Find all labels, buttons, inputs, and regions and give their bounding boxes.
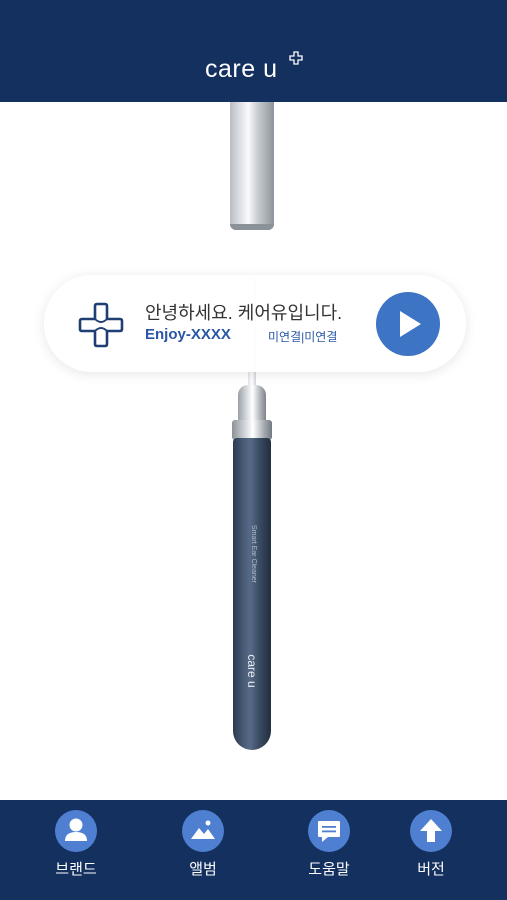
connection-status: 미연결|미연결 [268,330,338,344]
app-header: care u [0,0,507,102]
nav-item-help[interactable]: 도움말 [288,810,368,890]
bottom-nav: 브랜드 앨범 도움말 버전 [0,800,507,900]
person-icon [65,818,87,841]
play-icon [400,311,421,337]
nav-icon-circle [182,810,224,852]
device-handle-text: Smart Ear Cleaner [250,525,257,583]
nav-label-help: 도움말 [308,861,350,878]
nav-label-version: 버전 [417,861,445,878]
care-u-logo: care u [205,51,303,87]
play-button[interactable] [376,292,440,356]
device-ring [232,420,272,440]
nav-item-version[interactable]: 버전 [390,810,470,890]
nav-label-album: 앨범 [189,861,217,878]
greeting-text: 안녕하세요. 케어유입니다. [145,303,343,323]
chat-icon [318,821,340,842]
arrow-up-icon [420,819,442,842]
nav-item-brand[interactable]: 브랜드 [35,810,115,890]
device-cap [230,102,274,230]
nav-label-brand: 브랜드 [55,861,97,878]
plus-icon [289,51,303,65]
device-name: Enjoy-XXXX [145,326,231,343]
nav-icon-circle [55,810,97,852]
nav-icon-circle [308,810,350,852]
device-handle-logo: care u [245,654,259,688]
plus-cross-icon [78,302,124,348]
device-cap-edge [230,224,274,230]
image-icon [191,820,215,839]
nav-icon-circle [410,810,452,852]
device-handle [233,438,271,750]
logo-text: care u [205,55,278,83]
device-neck [238,385,266,425]
nav-item-album[interactable]: 앨범 [162,810,242,890]
